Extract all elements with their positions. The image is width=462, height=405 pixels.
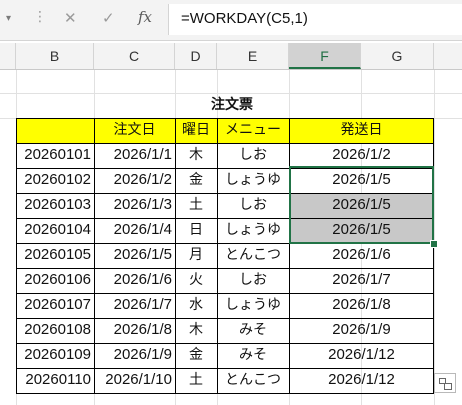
cell-weekday[interactable]: 土 <box>175 193 217 218</box>
cell-ship-date[interactable]: 2026/1/8 <box>289 293 434 318</box>
cell-id[interactable]: 20260110 <box>16 368 94 393</box>
cell-id[interactable]: 20260106 <box>16 268 94 293</box>
insert-function-icon[interactable]: fx <box>138 8 152 26</box>
cell-menu[interactable]: しょうゆ <box>217 293 289 318</box>
cell-weekday[interactable]: 金 <box>175 168 217 193</box>
cell-weekday[interactable]: 月 <box>175 243 217 268</box>
cell-order-date[interactable]: 2026/1/1 <box>94 143 175 168</box>
cell-menu[interactable]: しょうゆ <box>217 168 289 193</box>
cell-weekday[interactable]: 日 <box>175 218 217 243</box>
enter-icon[interactable]: ✓ <box>102 9 115 27</box>
name-box-dropdown-icon[interactable]: ▾ <box>6 13 11 24</box>
column-header-b[interactable]: B <box>16 43 94 69</box>
cell-ship-date[interactable]: 2026/1/12 <box>289 343 434 368</box>
worksheet[interactable]: 注文票 注文日 曜日 メニュー 発送日 20260101 2026/1/1 木しお 2… <box>0 70 462 405</box>
formula-input[interactable]: =WORKDAY(C5,1) <box>168 4 462 35</box>
cell-id[interactable]: 20260102 <box>16 168 94 193</box>
formula-text: =WORKDAY(C5,1) <box>181 10 308 27</box>
cell-ship-date[interactable]: 2026/1/7 <box>289 268 434 293</box>
column-header-d[interactable]: D <box>175 43 217 69</box>
cell-order-date[interactable]: 2026/1/5 <box>94 243 175 268</box>
cell-menu[interactable]: とんこつ <box>217 368 289 393</box>
fill-handle[interactable] <box>430 240 438 248</box>
cell-menu[interactable]: しお <box>217 268 289 293</box>
cell-order-date[interactable]: 2026/1/10 <box>94 368 175 393</box>
cell-id[interactable]: 20260101 <box>16 143 94 168</box>
cell-ship-date[interactable]: 2026/1/2 <box>289 143 434 168</box>
select-all-corner[interactable] <box>0 43 16 69</box>
cell-order-date[interactable]: 2026/1/9 <box>94 343 175 368</box>
cell-id[interactable]: 20260105 <box>16 243 94 268</box>
cell-id[interactable]: 20260108 <box>16 318 94 343</box>
header-cell-weekday[interactable]: 曜日 <box>175 118 217 143</box>
cell-menu[interactable]: しお <box>217 193 289 218</box>
column-headers: B C D E F G <box>0 43 462 70</box>
cell-id[interactable]: 20260104 <box>16 218 94 243</box>
cell-menu[interactable]: しお <box>217 143 289 168</box>
cell-order-date[interactable]: 2026/1/4 <box>94 218 175 243</box>
cell-weekday[interactable]: 水 <box>175 293 217 318</box>
cell-order-date[interactable]: 2026/1/3 <box>94 193 175 218</box>
header-cell-ship-date[interactable]: 発送日 <box>289 118 434 143</box>
cell-ship-date[interactable]: 2026/1/12 <box>289 368 434 393</box>
cell-ship-date[interactable]: 2026/1/5 <box>289 193 434 218</box>
header-cell-menu[interactable]: メニュー <box>217 118 289 143</box>
cell-menu[interactable]: みそ <box>217 318 289 343</box>
cell-menu[interactable]: しょうゆ <box>217 218 289 243</box>
column-header-c[interactable]: C <box>94 43 175 69</box>
cell-order-date[interactable]: 2026/1/6 <box>94 268 175 293</box>
cell-ship-date[interactable]: 2026/1/5 <box>289 218 434 243</box>
cell-menu[interactable]: みそ <box>217 343 289 368</box>
cell-id[interactable]: 20260107 <box>16 293 94 318</box>
cell-weekday[interactable]: 火 <box>175 268 217 293</box>
table-title: 注文票 <box>211 97 253 113</box>
column-header-f[interactable]: F <box>289 43 361 69</box>
column-header-e[interactable]: E <box>217 43 289 69</box>
cell-id[interactable]: 20260103 <box>16 193 94 218</box>
header-cell-id[interactable] <box>16 118 94 143</box>
formula-bar: ▾ ⋮ ✕ ✓ fx =WORKDAY(C5,1) <box>0 0 462 41</box>
formula-bar-grip-icon[interactable]: ⋮ <box>33 9 47 25</box>
cell-weekday[interactable]: 土 <box>175 368 217 393</box>
cell-order-date[interactable]: 2026/1/2 <box>94 168 175 193</box>
cancel-icon[interactable]: ✕ <box>64 9 77 27</box>
cell-menu[interactable]: とんこつ <box>217 243 289 268</box>
cell-id[interactable]: 20260109 <box>16 343 94 368</box>
cell-order-date[interactable]: 2026/1/7 <box>94 293 175 318</box>
cell-ship-date[interactable]: 2026/1/6 <box>289 243 434 268</box>
quick-analysis-icon[interactable] <box>434 373 456 393</box>
cell-weekday[interactable]: 木 <box>175 318 217 343</box>
cell-ship-date[interactable]: 2026/1/9 <box>289 318 434 343</box>
cell-order-date[interactable]: 2026/1/8 <box>94 318 175 343</box>
header-cell-order-date[interactable]: 注文日 <box>94 118 175 143</box>
cell-weekday[interactable]: 金 <box>175 343 217 368</box>
column-header-g[interactable]: G <box>361 43 434 69</box>
cell-ship-date[interactable]: 2026/1/5 <box>289 168 434 193</box>
cell-weekday[interactable]: 木 <box>175 143 217 168</box>
